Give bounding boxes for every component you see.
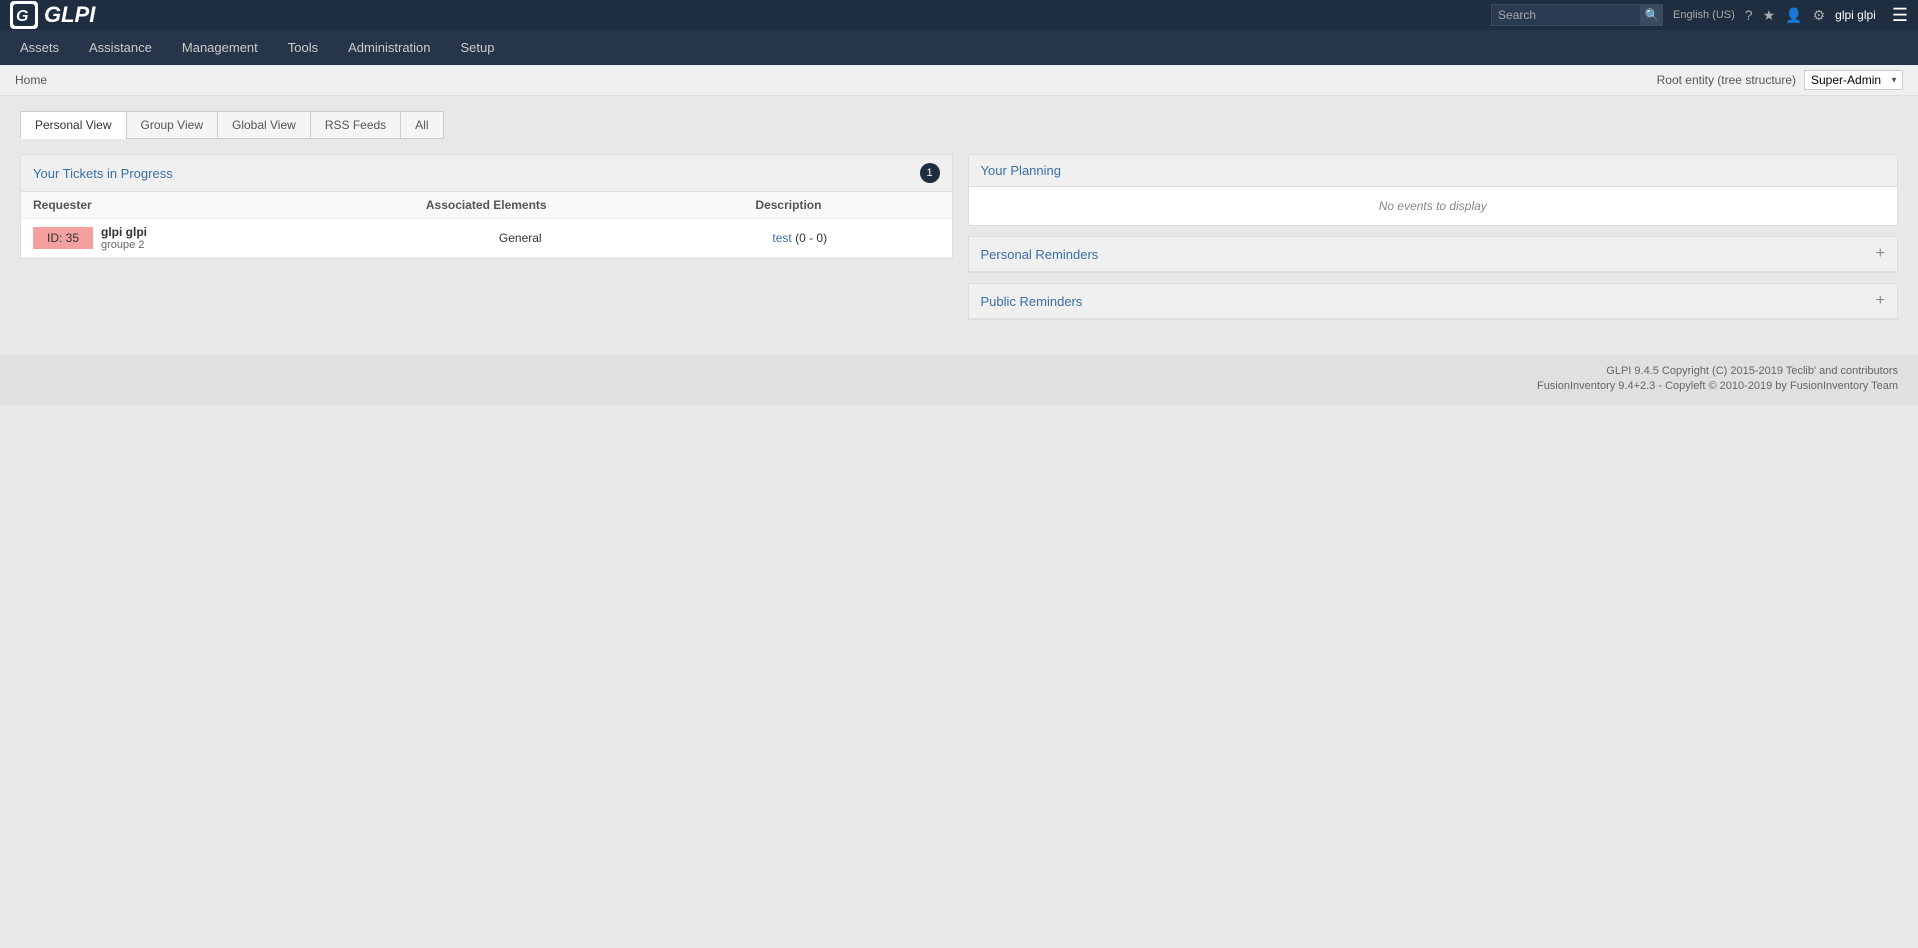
search-box: 🔍 bbox=[1491, 4, 1663, 26]
planning-panel-title: Your Planning bbox=[981, 163, 1061, 178]
breadcrumb[interactable]: Home bbox=[15, 73, 47, 87]
footer: GLPI 9.4.5 Copyright (C) 2015-2019 Tecli… bbox=[0, 355, 1918, 405]
search-input[interactable] bbox=[1491, 4, 1641, 26]
top-right-area: 🔍 English (US) ? ★ 👤 ⚙ glpi glpi ☰ bbox=[1491, 4, 1908, 26]
tickets-panel-header: Your Tickets in Progress 1 bbox=[21, 155, 952, 192]
nav-bar: Assets Assistance Management Tools Admin… bbox=[0, 30, 1918, 65]
app-title: GLPI bbox=[44, 2, 95, 28]
public-reminders-title: Public Reminders bbox=[981, 294, 1083, 309]
view-tabs: Personal View Group View Global View RSS… bbox=[20, 111, 1898, 139]
requester-name: glpi glpi bbox=[101, 225, 381, 239]
search-button[interactable]: 🔍 bbox=[1641, 4, 1663, 26]
nav-administration[interactable]: Administration bbox=[348, 32, 430, 63]
public-reminders-panel: Public Reminders + bbox=[968, 283, 1899, 320]
nav-setup[interactable]: Setup bbox=[461, 32, 495, 63]
notifications-icon[interactable]: 👤 bbox=[1785, 7, 1802, 24]
help-icon[interactable]: ? bbox=[1745, 7, 1753, 23]
nav-management[interactable]: Management bbox=[182, 32, 258, 63]
col-header-elements: Associated Elements bbox=[335, 198, 637, 212]
entity-dropdown-wrapper: Super-Admin bbox=[1804, 70, 1903, 90]
public-reminders-add-icon[interactable]: + bbox=[1876, 292, 1885, 310]
nav-assistance[interactable]: Assistance bbox=[89, 32, 152, 63]
col-header-description: Description bbox=[637, 198, 939, 212]
tab-rss-feeds[interactable]: RSS Feeds bbox=[310, 111, 400, 139]
footer-line-1: GLPI 9.4.5 Copyright (C) 2015-2019 Tecli… bbox=[20, 365, 1898, 377]
entity-dropdown[interactable]: Super-Admin bbox=[1804, 70, 1903, 90]
entity-selector: Root entity (tree structure) Super-Admin bbox=[1657, 70, 1903, 90]
tickets-panel: Your Tickets in Progress 1 Requester Ass… bbox=[20, 154, 953, 259]
tab-all[interactable]: All bbox=[400, 111, 443, 139]
ticket-description: test (0 - 0) bbox=[660, 231, 940, 245]
tab-group-view[interactable]: Group View bbox=[126, 111, 217, 139]
user-name[interactable]: glpi glpi bbox=[1835, 8, 1876, 22]
settings-icon[interactable]: ⚙ bbox=[1813, 7, 1826, 24]
main-content: Personal View Group View Global View RSS… bbox=[0, 96, 1918, 335]
right-panel: Your Planning No events to display Perso… bbox=[968, 154, 1899, 320]
logo-icon: G bbox=[10, 1, 38, 29]
hamburger-menu[interactable]: ☰ bbox=[1892, 5, 1908, 26]
ticket-id[interactable]: ID: 35 bbox=[33, 227, 93, 249]
personal-reminders-header[interactable]: Personal Reminders + bbox=[969, 237, 1898, 272]
public-reminders-header[interactable]: Public Reminders + bbox=[969, 284, 1898, 319]
top-bar: G GLPI 🔍 English (US) ? ★ 👤 ⚙ glpi glpi … bbox=[0, 0, 1918, 30]
tab-personal-view[interactable]: Personal View bbox=[20, 111, 126, 139]
personal-reminders-panel: Personal Reminders + bbox=[968, 236, 1899, 273]
tickets-count-badge: 1 bbox=[920, 163, 940, 183]
footer-line-2: FusionInventory 9.4+2.3 - Copyleft © 201… bbox=[20, 380, 1898, 392]
tickets-panel-title: Your Tickets in Progress bbox=[33, 166, 173, 181]
entity-label: Root entity (tree structure) bbox=[1657, 73, 1796, 87]
planning-no-events: No events to display bbox=[969, 187, 1898, 225]
tickets-table-header: Requester Associated Elements Descriptio… bbox=[21, 192, 952, 219]
nav-assets[interactable]: Assets bbox=[20, 32, 59, 63]
logo-area[interactable]: G GLPI bbox=[10, 1, 95, 29]
breadcrumb-bar: Home Root entity (tree structure) Super-… bbox=[0, 65, 1918, 96]
ticket-requester: glpi glpi groupe 2 bbox=[93, 225, 381, 251]
favorites-icon[interactable]: ★ bbox=[1763, 7, 1776, 24]
requester-group: groupe 2 bbox=[101, 239, 381, 251]
planning-panel: Your Planning No events to display bbox=[968, 154, 1899, 226]
personal-reminders-title: Personal Reminders bbox=[981, 247, 1099, 262]
tab-global-view[interactable]: Global View bbox=[217, 111, 310, 139]
planning-panel-header: Your Planning bbox=[969, 155, 1898, 187]
svg-text:G: G bbox=[16, 8, 28, 25]
table-row: ID: 35 glpi glpi groupe 2 General test (… bbox=[21, 219, 952, 258]
col-header-requester: Requester bbox=[33, 198, 335, 212]
dashboard: Your Tickets in Progress 1 Requester Ass… bbox=[20, 154, 1898, 320]
ticket-elements: General bbox=[381, 231, 661, 245]
language-selector[interactable]: English (US) bbox=[1673, 9, 1735, 21]
ticket-desc-count: (0 - 0) bbox=[795, 231, 827, 245]
ticket-link[interactable]: test bbox=[772, 231, 791, 245]
personal-reminders-add-icon[interactable]: + bbox=[1876, 245, 1885, 263]
nav-tools[interactable]: Tools bbox=[288, 32, 318, 63]
